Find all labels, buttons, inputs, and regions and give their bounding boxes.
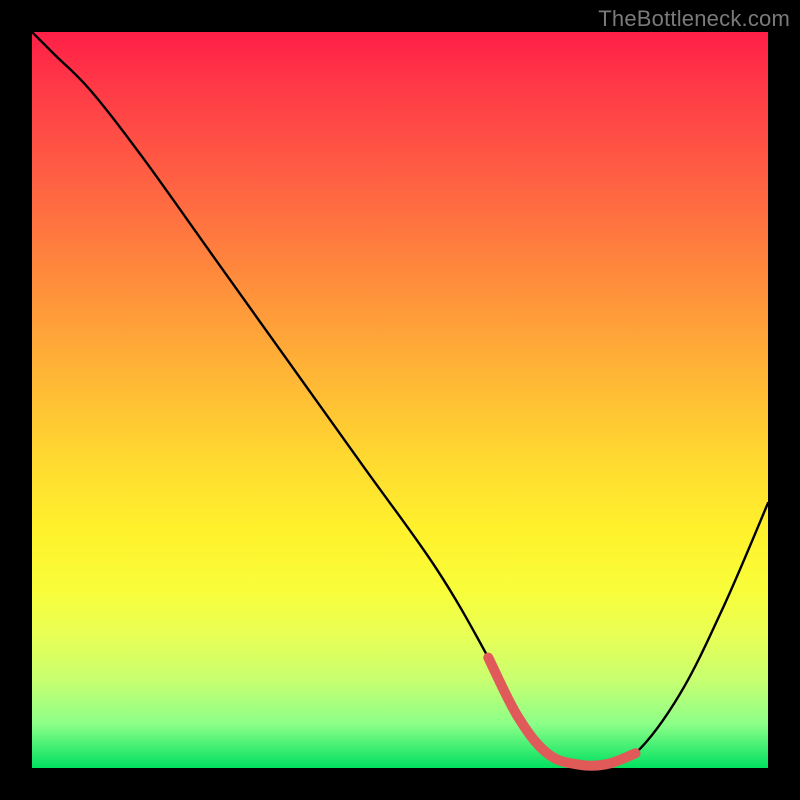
plot-area xyxy=(32,32,768,768)
chart-frame: TheBottleneck.com xyxy=(0,0,800,800)
highlight-segment xyxy=(488,658,635,766)
watermark-text: TheBottleneck.com xyxy=(598,6,790,32)
curve-svg xyxy=(32,32,768,768)
bottleneck-curve-path xyxy=(32,32,768,766)
